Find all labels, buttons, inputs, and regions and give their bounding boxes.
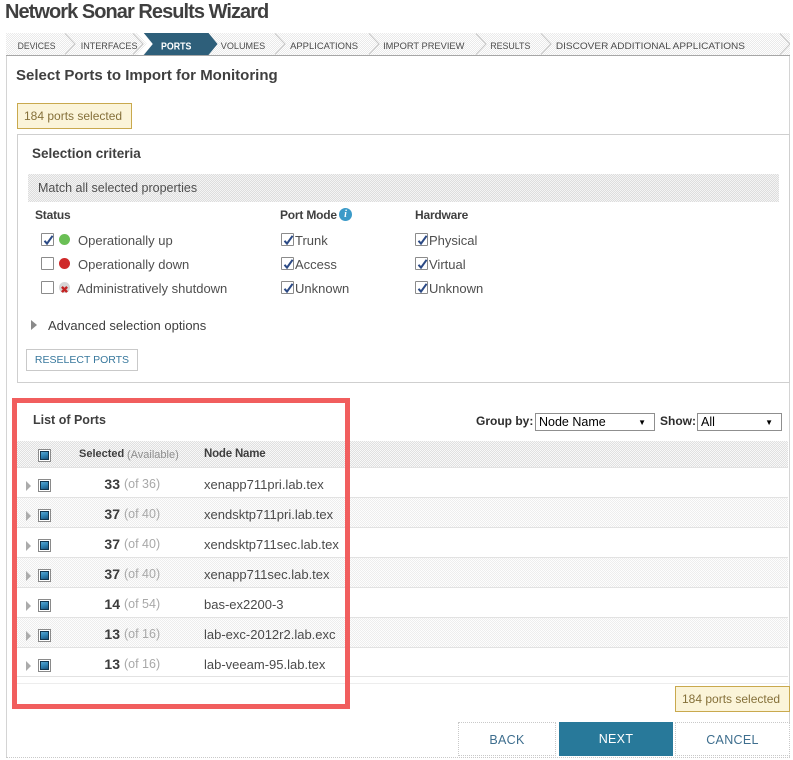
svg-text:RESULTS: RESULTS: [490, 41, 530, 52]
svg-text:VOLUMES: VOLUMES: [221, 41, 265, 52]
svg-text:APPLICATIONS: APPLICATIONS: [290, 41, 358, 52]
svg-text:INTERFACES: INTERFACES: [81, 41, 138, 52]
svg-text:PORTS: PORTS: [161, 41, 192, 52]
svg-text:IMPORT PREVIEW: IMPORT PREVIEW: [383, 41, 464, 52]
svg-text:DISCOVER ADDITIONAL APPLICATIO: DISCOVER ADDITIONAL APPLICATIONS: [556, 41, 745, 52]
svg-text:DEVICES: DEVICES: [18, 41, 56, 52]
